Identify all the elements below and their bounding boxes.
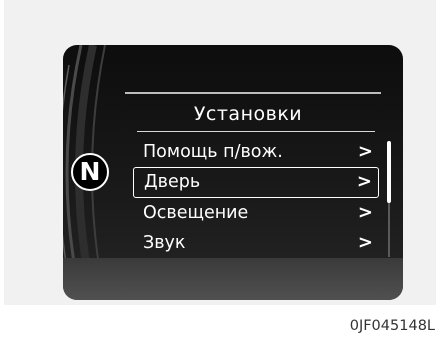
- menu-item-label: Помощь п/вож.: [143, 142, 283, 162]
- menu-item-label: Дверь: [144, 172, 201, 192]
- settings-menu: Помощь п/вож. > Дверь > Освещение > Звук…: [133, 137, 379, 258]
- bottom-strip: [63, 258, 403, 300]
- menu-title: Установки: [193, 103, 303, 125]
- title-divider: [137, 131, 375, 132]
- cluster-display: Установки Помощь п/вож. > Дверь > Освеще…: [63, 45, 403, 300]
- menu-item-sound[interactable]: Звук >: [133, 228, 379, 258]
- top-divider: [125, 92, 381, 94]
- chevron-right-icon: >: [356, 171, 372, 192]
- scrollbar-thumb[interactable]: [387, 141, 391, 203]
- gear-indicator-icon: N: [71, 153, 109, 191]
- menu-item-lighting[interactable]: Освещение >: [133, 198, 379, 228]
- menu-item-driver-assist[interactable]: Помощь п/вож. >: [133, 137, 379, 167]
- chevron-right-icon: >: [357, 141, 373, 162]
- menu-item-door[interactable]: Дверь >: [133, 167, 379, 198]
- figure-frame: Установки Помощь п/вож. > Дверь > Освеще…: [4, 0, 436, 305]
- chevron-right-icon: >: [357, 232, 373, 253]
- figure-code: 0JF045148L: [349, 318, 435, 334]
- chevron-right-icon: >: [357, 202, 373, 223]
- menu-item-label: Освещение: [143, 203, 249, 223]
- menu-item-label: Звук: [143, 233, 186, 253]
